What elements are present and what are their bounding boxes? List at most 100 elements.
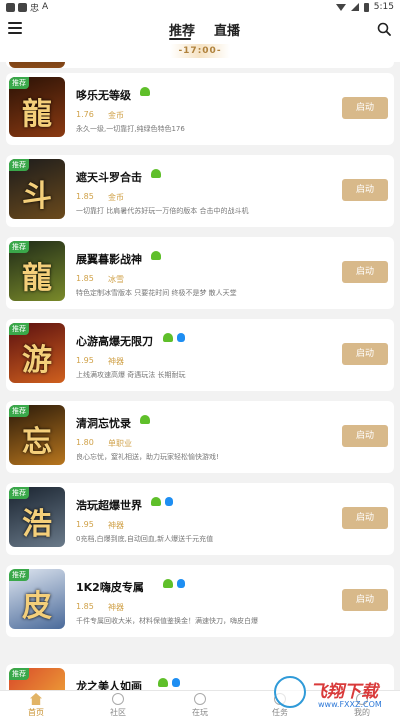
thumbnail-art: 浩 [22, 507, 52, 542]
list-item[interactable]: 皮 推荐 1K2嗨皮专属 1.85 神器千件专属回收大米，材料保值鉴换金！满速快刀，嗨皮… [6, 565, 394, 637]
game-thumbnail: 浩 推荐 [9, 487, 65, 547]
game-tag: 神器 [108, 521, 124, 530]
apple-icon [165, 497, 173, 506]
home-icon [30, 693, 42, 705]
thumbnail-art: 斗 [22, 179, 52, 214]
platform-icons [139, 415, 150, 424]
game-name: 龙之美人如画 [76, 680, 142, 690]
list-item[interactable]: 忘 推荐 清洞忘忧录 1.80 单职业 良心忘忧，窒礼相送，助力玩家轻松愉快游戏! 启动 [6, 401, 394, 473]
thumbnail-art: 龍 [22, 261, 52, 296]
recommend-badge: 推荐 [9, 77, 29, 89]
start-button[interactable]: 启动 [342, 261, 388, 283]
thumbnail-art: 忘 [22, 425, 52, 460]
list-item[interactable]: 游 推荐 心游高爆无限刀 1.95 神器 上线满攻速高爆 奇遇玩法 长期耐玩 启动 [6, 319, 394, 391]
game-thumbnail: 斗 推荐 [9, 159, 65, 219]
recommend-badge: 推荐 [9, 159, 29, 171]
start-button[interactable]: 启动 [342, 179, 388, 201]
notification-icon [6, 2, 15, 12]
start-button[interactable]: 启动 [342, 343, 388, 365]
game-name: 1K2嗨皮专属 [76, 581, 144, 594]
game-tag: 神器 [108, 603, 124, 612]
game-thumbnail: 龍 推荐 [9, 241, 65, 301]
recommend-badge: 推荐 [9, 323, 29, 335]
platform-icons [151, 497, 173, 506]
recommend-badge: 推荐 [9, 405, 29, 417]
nav-home[interactable]: 首页 [6, 693, 66, 718]
status-glyph: 忠 [30, 3, 40, 14]
game-name: 展翼暮影战神 [76, 253, 142, 266]
platform-icons [162, 579, 185, 588]
status-time: 5:15 [373, 2, 394, 12]
android-icon [151, 169, 161, 178]
list-item[interactable]: 龍 推荐展翼暮影战神 1.85 冰雪特色定制冰雪版本 只要花时间 终极不是梦 散人天堂… [6, 237, 394, 309]
list-item[interactable]: 浩 推荐浩玩超爆世界 1.95 神器 0充档,白爆到底,自动回血,新人爆送千元充值 启动 [6, 483, 394, 555]
game-name: 浩玩超爆世界 [76, 499, 142, 512]
platform-icons [151, 251, 161, 260]
game-version: 1.80 [76, 438, 94, 447]
apple-icon [176, 333, 185, 342]
list-item[interactable]: 斗 推荐 遮天斗罗合击 1.85 金币 一切靠打 比肩暑代苏好玩一万倍的版本 合击中的战斗… [6, 155, 394, 227]
game-description: 一切靠打 比肩暑代苏好玩一万倍的版本 合击中的战斗机 [76, 207, 249, 215]
tab-live[interactable]: 直播 [214, 20, 240, 39]
menu-icon[interactable] [8, 22, 22, 34]
game-description: 上线满攻速高爆 奇遇玩法 长期耐玩 [76, 371, 186, 379]
recommend-badge: 推荐 [9, 668, 29, 680]
android-icon [139, 415, 150, 424]
game-version: 1.95 [76, 520, 94, 529]
apple-icon [172, 678, 180, 687]
thumbnail-art: 龍 [22, 97, 52, 132]
game-version: 1.95 [76, 356, 94, 365]
game-tag: 金币 [108, 111, 124, 120]
game-name: 哆乐无等级 [76, 89, 131, 102]
game-description: 特色定制冰雪版本 只要花时间 终极不是梦 散人天堂 [76, 289, 237, 297]
game-thumbnail: 忘 推荐 [9, 405, 65, 465]
game-version: 1.85 [76, 192, 94, 201]
watermark: 飞翔下载 www.FXXZ.COM [270, 676, 400, 720]
list-item[interactable]: 龍 推荐哆乐无等级 1.76 金币永久一级,一切靠打,纯绿色特色176 启动 [6, 73, 394, 145]
nav-label: 在玩 [192, 708, 208, 717]
nav-community[interactable]: 社区 [88, 693, 148, 718]
game-tag: 冰雪 [108, 275, 124, 284]
game-description: 良心忘忧，窒礼相送，助力玩家轻松愉快游戏! [76, 453, 219, 461]
android-icon [139, 87, 150, 96]
game-description: 0充档,白爆到底,自动回血,新人爆送千元充值 [76, 535, 214, 543]
recommend-badge: 推荐 [9, 487, 29, 499]
recommend-badge: 推荐 [9, 569, 29, 581]
android-icon [151, 251, 161, 260]
nav-playing[interactable]: 在玩 [170, 693, 230, 718]
android-icon [151, 497, 161, 506]
platform-icons [139, 87, 150, 96]
list-item[interactable] [6, 62, 394, 68]
tab-recommend[interactable]: 推荐 [169, 20, 195, 39]
android-icon [158, 678, 168, 687]
playing-icon [194, 693, 206, 705]
game-tag: 金币 [108, 193, 124, 202]
game-description: 永久一级,一切靠打,纯绿色特色176 [76, 125, 185, 133]
status-glyph: A [42, 2, 49, 12]
game-description: 千件专属回收大米，材料保值鉴换金！满速快刀，嗨皮白爆 [76, 617, 258, 625]
start-button[interactable]: 启动 [342, 97, 388, 119]
game-thumbnail: 推荐 [9, 668, 65, 690]
apple-icon [176, 579, 185, 588]
top-header: 推荐 直播 -17:00- [0, 14, 400, 62]
thumbnail-art: 皮 [22, 589, 52, 624]
start-button[interactable]: 启动 [342, 507, 388, 529]
platform-icons [151, 169, 161, 178]
game-thumbnail: 龍 推荐 [9, 77, 65, 137]
android-icon [162, 333, 173, 342]
game-version: 1.76 [76, 110, 94, 119]
start-button[interactable]: 启动 [342, 425, 388, 447]
game-name: 心游高爆无限刀 [76, 335, 153, 348]
platform-icons [158, 678, 180, 687]
wifi-icon [335, 3, 346, 11]
recommend-badge: 推荐 [9, 241, 29, 253]
search-icon[interactable] [377, 22, 391, 36]
start-button[interactable]: 启动 [342, 589, 388, 611]
game-version: 1.85 [76, 602, 94, 611]
watermark-logo [274, 676, 306, 708]
android-icon [162, 579, 173, 588]
game-list: 龍推荐 哆乐无等级 1.76 金币 永久一级,一切靠打,纯绿色特色176 启动斗推荐 遮天斗… [0, 62, 400, 690]
platform-icons [162, 333, 185, 342]
game-version: 1.85 [76, 274, 94, 283]
thumbnail-art: 游 [22, 343, 52, 378]
